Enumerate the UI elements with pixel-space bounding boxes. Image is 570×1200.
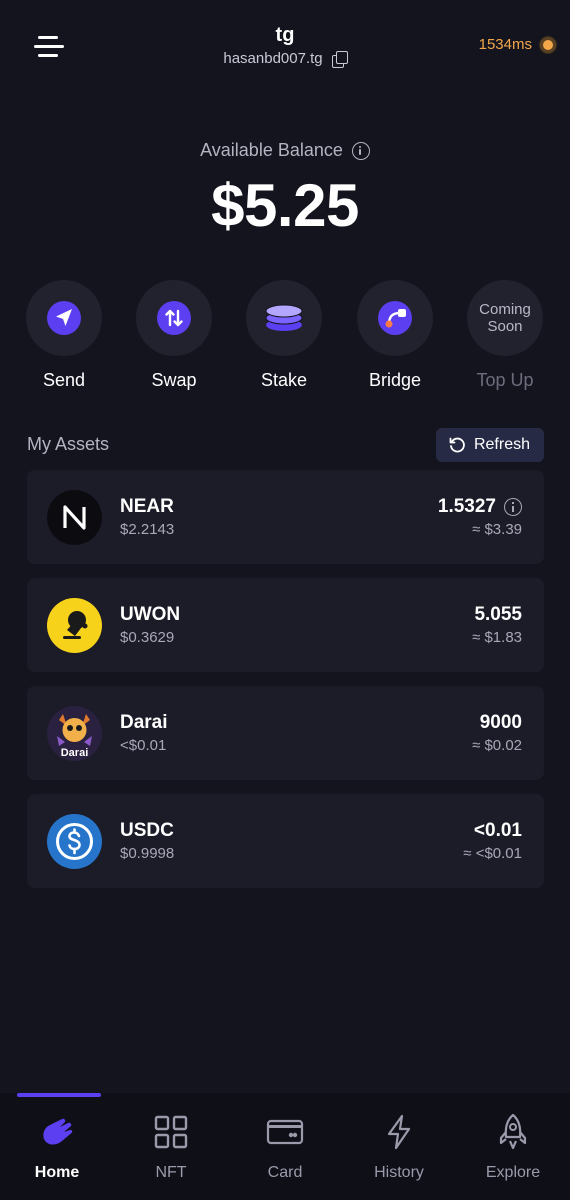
nav-history[interactable]: History [342, 1113, 456, 1182]
asset-amount-row: 1.5327 [438, 496, 522, 518]
asset-value: ≈ $0.02 [472, 737, 522, 754]
swap-label: Swap [151, 370, 197, 390]
bridge-icon [378, 301, 412, 335]
balance-value: $5.25 [211, 172, 359, 239]
near-logo-icon [47, 490, 102, 545]
send-circle [26, 280, 102, 356]
nav-explore[interactable]: Explore [456, 1113, 570, 1182]
asset-amount-row: 5.055 [474, 604, 522, 626]
nav-label: NFT [155, 1164, 187, 1181]
send-button[interactable]: Send [9, 280, 119, 391]
stake-label: Stake [260, 370, 308, 390]
info-icon[interactable] [351, 141, 370, 160]
stake-icon [265, 304, 303, 331]
bridge-button[interactable]: Bridge [340, 280, 450, 391]
balance-label-row: Available Balance [0, 140, 570, 161]
top-up-label: Top Up [476, 370, 534, 390]
nav-label: History [374, 1164, 424, 1181]
bridge-label: Bridge [368, 370, 422, 390]
swap-icon [157, 301, 191, 335]
rocket-icon [494, 1113, 532, 1151]
asset-amount: <0.01 [473, 820, 522, 841]
asset-amount: 5.055 [474, 604, 522, 625]
home-hand-icon [38, 1113, 76, 1151]
wallet-app: tg hasanbd007.tg 1534ms Available Balanc… [0, 0, 570, 1200]
swap-circle [136, 280, 212, 356]
asset-name: USDC [120, 820, 174, 841]
top-up-circle: Coming Soon [467, 280, 543, 356]
asset-amount: 1.5327 [437, 496, 496, 517]
quick-actions: Send Swap Stake Bridge Coming Soon Top U… [0, 280, 570, 400]
latency-text: 1534ms [478, 36, 532, 53]
bottom-navigation: Home NFT Card History Explore [0, 1093, 570, 1200]
uwon-logo-icon [47, 598, 102, 653]
asset-price: <$0.01 [120, 737, 167, 754]
asset-name: NEAR [120, 496, 174, 517]
coming-soon-badge: Coming Soon [479, 301, 531, 335]
send-icon [47, 301, 81, 335]
account-id: hasanbd007.tg [223, 50, 323, 67]
asset-name: UWON [120, 604, 181, 625]
network-latency[interactable]: 1534ms [479, 36, 556, 53]
header: tg hasanbd007.tg 1534ms [0, 0, 570, 100]
info-icon[interactable] [504, 498, 522, 516]
asset-price: $0.3629 [120, 629, 175, 646]
asset-value: ≈ <$0.01 [463, 845, 522, 862]
asset-row-darai[interactable]: Darai Darai <$0.01 9000 ≈ $0.02 [27, 686, 544, 780]
usdc-logo-icon [47, 814, 102, 869]
nav-card[interactable]: Card [228, 1113, 342, 1182]
asset-price: $2.2143 [120, 521, 175, 538]
swap-button[interactable]: Swap [119, 280, 229, 391]
copy-icon[interactable] [331, 50, 348, 68]
grid-icon [152, 1113, 190, 1151]
asset-value: ≈ $1.83 [472, 629, 522, 646]
asset-value: ≈ $3.39 [472, 521, 522, 538]
nav-nft[interactable]: NFT [114, 1113, 228, 1182]
refresh-label: Refresh [473, 436, 530, 453]
nav-label: Card [267, 1164, 303, 1181]
assets-header: My Assets Refresh [27, 428, 544, 462]
nav-home[interactable]: Home [0, 1113, 114, 1182]
asset-amount: 9000 [479, 712, 522, 733]
nav-label: Home [34, 1164, 80, 1181]
stake-button[interactable]: Stake [229, 280, 339, 391]
top-up-button[interactable]: Coming Soon Top Up [450, 280, 560, 391]
asset-row-near[interactable]: NEAR $2.2143 1.5327 ≈ $3.39 [27, 470, 544, 564]
darai-logo-icon: Darai [47, 706, 102, 761]
status-dot-icon [540, 36, 556, 53]
active-tab-indicator [17, 1093, 101, 1097]
stake-circle [246, 280, 322, 356]
asset-name: Darai [120, 712, 168, 733]
refresh-button[interactable]: Refresh [435, 428, 544, 462]
darai-logo-text: Darai [61, 747, 89, 759]
asset-amount-row: 9000 [480, 712, 522, 734]
balance-section: Available Balance $5.25 [0, 140, 570, 240]
nav-label: Explore [485, 1164, 541, 1181]
asset-amount-row: <0.01 [474, 820, 522, 842]
asset-price: $0.9998 [120, 845, 175, 862]
refresh-icon [449, 437, 465, 453]
balance-label: Available Balance [200, 140, 343, 160]
asset-row-uwon[interactable]: UWON $0.3629 5.055 ≈ $1.83 [27, 578, 544, 672]
assets-title: My Assets [27, 434, 110, 454]
bridge-circle [357, 280, 433, 356]
card-icon [266, 1113, 304, 1151]
asset-row-usdc[interactable]: USDC $0.9998 <0.01 ≈ <$0.01 [27, 794, 544, 888]
lightning-icon [380, 1113, 418, 1151]
send-label: Send [42, 370, 86, 390]
